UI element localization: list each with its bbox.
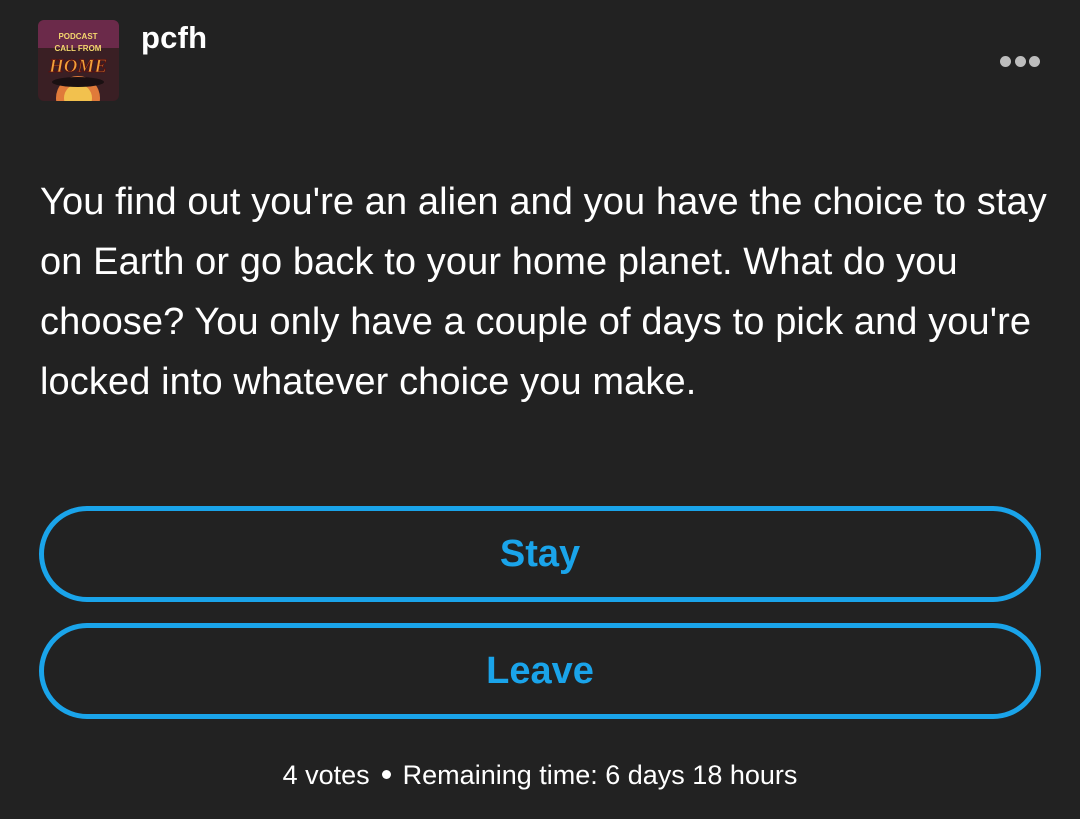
remaining-time: Remaining time: 6 days 18 hours: [402, 760, 798, 790]
svg-text:HOME: HOME: [48, 56, 107, 77]
poll-question: You find out you're an alien and you hav…: [40, 181, 1047, 403]
vote-count: 4 votes: [282, 760, 370, 790]
poll-option-stay[interactable]: Stay: [39, 506, 1041, 602]
separator-dot: [381, 770, 391, 780]
poll-option-leave[interactable]: Leave: [39, 623, 1041, 719]
more-options-button[interactable]: [996, 50, 1044, 72]
svg-text:PODCAST: PODCAST: [58, 32, 97, 41]
ellipsis-icon-dot: [1000, 55, 1011, 67]
poll-footer: 4 votes Remaining time: 6 days 18 hours: [0, 760, 1080, 791]
poll-post: PODCAST CALL FROM HOME pcfh You find out…: [0, 0, 1080, 819]
avatar[interactable]: PODCAST CALL FROM HOME: [38, 20, 119, 101]
poll-option-label: Stay: [499, 532, 581, 575]
ellipsis-icon-dot: [1029, 55, 1040, 67]
podcast-logo-icon: PODCAST CALL FROM HOME: [38, 20, 119, 101]
username[interactable]: pcfh: [141, 20, 207, 56]
poll-option-label: Leave: [486, 649, 594, 692]
ellipsis-icon-dot: [1014, 55, 1026, 67]
svg-text:CALL FROM: CALL FROM: [55, 44, 102, 53]
